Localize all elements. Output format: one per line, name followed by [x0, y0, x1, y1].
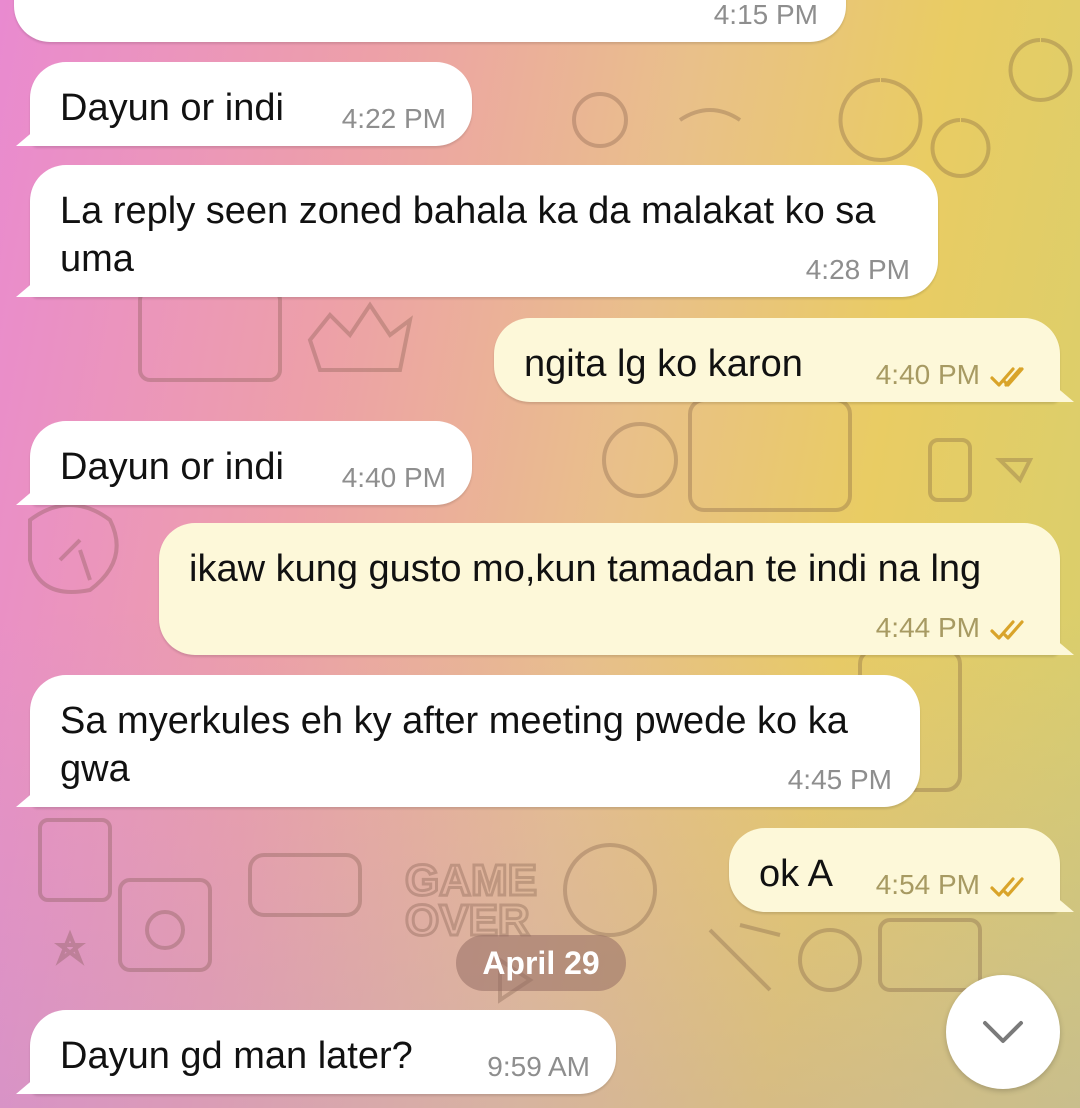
message-time-status: 4:54 PM	[876, 870, 1032, 900]
double-check-icon	[990, 620, 1024, 640]
double-check-icon	[990, 367, 1024, 387]
message-time: 4:45 PM	[787, 764, 892, 795]
message-text: ok A	[759, 853, 833, 895]
message-text: ngita lg ko karon	[524, 343, 803, 385]
message-time: 4:44 PM	[875, 612, 980, 643]
message-time: 4:54 PM	[875, 869, 980, 900]
message-text: Dayun gd man later?	[60, 1035, 413, 1077]
message-text: Dayun or indi	[60, 87, 284, 129]
message-bubble-incoming[interactable]: La reply seen zoned bahala ka da malakat…	[30, 165, 938, 297]
message-time: 4:40 PM	[341, 462, 446, 493]
scroll-to-bottom-button[interactable]	[946, 975, 1060, 1089]
message-bubble-incoming[interactable]: Sa myerkules eh ky after meeting pwede k…	[30, 675, 920, 807]
chevron-down-icon	[983, 1021, 1023, 1043]
double-check-icon	[990, 877, 1024, 897]
message-text: Dayun or indi	[60, 446, 284, 488]
message-bubble-incoming[interactable]: Dayun or indi 4:22 PM	[30, 62, 472, 146]
message-text: La reply seen zoned bahala ka da malakat…	[60, 190, 876, 280]
message-bubble-outgoing[interactable]: ikaw kung gusto mo,kun tamadan te indi n…	[159, 523, 1060, 655]
message-bubble-outgoing[interactable]: ngita lg ko karon 4:40 PM	[494, 318, 1060, 402]
message-time: 9:59 AM	[487, 1051, 590, 1082]
message-time-status: 4:44 PM	[876, 613, 1032, 643]
message-bubble-incoming[interactable]: 4:15 PM	[14, 0, 846, 42]
message-bubble-incoming[interactable]: Dayun gd man later? 9:59 AM	[30, 1010, 616, 1094]
message-time-status: 4:40 PM	[876, 360, 1032, 390]
message-time: 4:28 PM	[805, 254, 910, 285]
message-time: 4:22 PM	[341, 103, 446, 134]
message-bubble-incoming[interactable]: Dayun or indi 4:40 PM	[30, 421, 472, 505]
message-time: 4:40 PM	[875, 359, 980, 390]
message-text: Sa myerkules eh ky after meeting pwede k…	[60, 700, 848, 790]
date-separator: April 29	[456, 935, 626, 991]
message-text: ikaw kung gusto mo,kun tamadan te indi n…	[189, 548, 982, 590]
message-bubble-outgoing[interactable]: ok A 4:54 PM	[729, 828, 1060, 912]
message-time: 4:15 PM	[713, 0, 818, 30]
